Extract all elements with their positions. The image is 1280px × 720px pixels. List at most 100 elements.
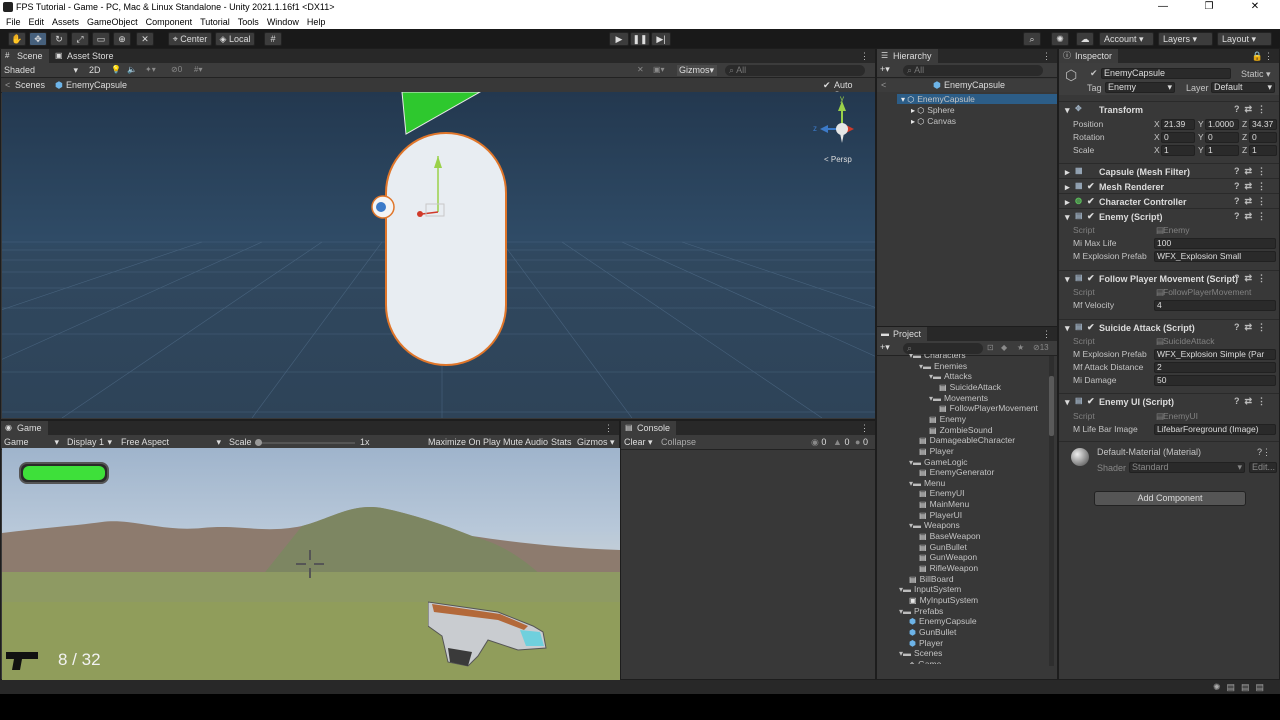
camera-icon[interactable]: ▣▾ (653, 65, 665, 74)
project-item[interactable]: ▤ GunWeapon (919, 552, 977, 562)
hidden-packages-icon[interactable]: ⊘13 (1033, 343, 1049, 352)
create-button[interactable]: +▾ (880, 342, 890, 353)
orientation-gizmo[interactable] (814, 97, 864, 147)
project-item[interactable]: ▤ MainMenu (919, 499, 969, 509)
project-item[interactable]: ◈Game (909, 659, 941, 664)
enemy-capsule-mesh[interactable] (385, 132, 507, 366)
custom-tool-icon[interactable]: ✕ (136, 32, 154, 46)
audio-icon[interactable]: 🔈 (127, 65, 137, 74)
project-item[interactable]: ▤ EnemyGenerator (919, 467, 994, 477)
active-checkbox[interactable]: ✔ (1090, 68, 1098, 79)
shader-edit-button[interactable]: Edit... (1249, 462, 1277, 473)
maximize-on-play-button[interactable]: Maximize On Play (428, 437, 501, 447)
hidden-objects-icon[interactable]: ⊘0 (171, 65, 182, 74)
menu-help[interactable]: Help (307, 17, 326, 27)
cloud-icon[interactable]: ☁ (1076, 32, 1094, 46)
layout-dropdown[interactable]: Layout ▾ (1217, 32, 1272, 46)
project-item[interactable]: ▤ FollowPlayerMovement (939, 403, 1038, 413)
project-item[interactable]: ▾▬ Attacks (929, 371, 972, 381)
hierarchy-item[interactable]: ▾ ⬡ EnemyCapsule (897, 94, 1057, 104)
layers-dropdown[interactable]: Layers ▾ (1158, 32, 1213, 46)
menu-tools[interactable]: Tools (238, 17, 259, 27)
add-component-button[interactable]: Add Component (1094, 491, 1246, 506)
mesh-renderer-component-header[interactable]: ▸ ▦ ✔ Mesh Renderer ?⇄⋮ (1059, 178, 1279, 193)
layer-dropdown[interactable]: Default ▾ (1211, 82, 1275, 93)
play-button[interactable]: ▶ (609, 32, 629, 46)
project-item[interactable]: ▾▬ Weapons (909, 520, 960, 530)
project-item[interactable]: ▤ BaseWeapon (919, 531, 980, 541)
tag-dropdown[interactable]: Enemy ▾ (1105, 82, 1175, 93)
enabled-checkbox[interactable]: ✔ (1087, 396, 1095, 407)
component-actions-icon[interactable]: ?⇄⋮ (1234, 196, 1271, 207)
panel-menu-icon[interactable]: ⋮ (1264, 51, 1273, 62)
shading-dropdown[interactable]: Shaded ▾ (4, 65, 78, 75)
menu-edit[interactable]: Edit (29, 17, 45, 27)
project-scrollbar[interactable] (1049, 356, 1054, 666)
project-item[interactable]: ▤ Enemy (929, 414, 966, 424)
enemy-script-component-header[interactable]: ▾ ▤ ✔ Enemy (Script) ?⇄⋮ (1059, 208, 1279, 223)
component-actions-icon[interactable]: ?⇄⋮ (1234, 104, 1271, 115)
project-search-input[interactable]: ⌕ (903, 343, 983, 354)
project-item[interactable]: ▤ ZombieSound (929, 425, 992, 435)
scale-y-field[interactable]: 1 (1205, 145, 1239, 156)
damage-field[interactable]: 50 (1154, 375, 1276, 386)
pause-button[interactable]: ❚❚ (630, 32, 650, 46)
breadcrumb-back-icon[interactable]: < (5, 80, 10, 90)
collapse-button[interactable]: Collapse (661, 437, 696, 447)
menu-window[interactable]: Window (267, 17, 299, 27)
follow-player-component-header[interactable]: ▾ ▤ ✔ Follow Player Movement (Script) ?⇄… (1059, 270, 1279, 285)
project-item[interactable]: ▾▬ Characters (909, 354, 966, 360)
create-button[interactable]: +▾ (880, 64, 890, 75)
lock-icon[interactable]: 🔒 (1252, 51, 1263, 62)
rect-tool-icon[interactable]: ▭ (92, 32, 110, 46)
component-actions-icon[interactable]: ?⇄⋮ (1234, 322, 1271, 333)
game-viewport[interactable]: 8 / 32 (2, 448, 620, 680)
enabled-checkbox[interactable]: ✔ (1087, 273, 1095, 284)
suicide-explosion-field[interactable]: WFX_Explosion Simple (Par (1154, 349, 1276, 360)
tab-hierarchy[interactable]: ☰ Hierarchy (877, 49, 938, 63)
explosion-prefab-field[interactable]: WFX_Explosion Small (1154, 251, 1276, 262)
warning-count[interactable]: ▲ 0 (833, 437, 849, 447)
hand-tool-icon[interactable]: ✋ (8, 32, 26, 46)
foldout-arrow-icon[interactable]: ▸ (1065, 167, 1070, 178)
tab-inspector[interactable]: ⓘ Inspector (1059, 49, 1119, 63)
game-gizmos-dropdown[interactable]: Gizmos ▾ (577, 437, 615, 448)
display-dropdown[interactable]: Display 1 ▾ (67, 437, 112, 447)
project-item[interactable]: ⬢ Player (909, 638, 943, 648)
menu-file[interactable]: File (6, 17, 21, 27)
mesh-filter-component-header[interactable]: ▸ ▦ Capsule (Mesh Filter) ?⇄⋮ (1059, 163, 1279, 178)
scene-search-input[interactable]: ⌕ All (725, 65, 865, 76)
account-dropdown[interactable]: Account ▾ (1099, 32, 1154, 46)
foldout-arrow-icon[interactable]: ▸ (1065, 197, 1070, 208)
grid-snap-icon[interactable]: # (264, 32, 282, 46)
enabled-checkbox[interactable]: ✔ (1087, 211, 1095, 222)
auto-save-checkbox[interactable]: ✔ (823, 80, 831, 91)
tab-console[interactable]: ▤ Console (621, 421, 677, 435)
scale-x-field[interactable]: 1 (1161, 145, 1195, 156)
project-item[interactable]: ▾▬ Scenes (899, 648, 942, 658)
project-item[interactable]: ▤ BillBoard (909, 574, 954, 584)
component-actions-icon[interactable]: ?⇄⋮ (1234, 396, 1271, 407)
scale-slider-knob[interactable] (255, 439, 262, 446)
minimize-button[interactable]: — (1140, 0, 1186, 15)
scale-z-field[interactable]: 1 (1249, 145, 1277, 156)
component-actions-icon[interactable]: ?⇄⋮ (1234, 181, 1271, 192)
hierarchy-search-input[interactable]: ⌕ All (903, 65, 1043, 76)
component-actions-icon[interactable]: ?⇄⋮ (1234, 273, 1271, 284)
project-item[interactable]: ▤ GunBullet (919, 542, 967, 552)
log-count[interactable]: ◉ 0 (811, 437, 826, 448)
status-icons[interactable]: ✺▤▤▤ (1213, 682, 1270, 693)
position-y-field[interactable]: 1.0000 (1205, 119, 1239, 130)
menu-tutorial[interactable]: Tutorial (200, 17, 230, 27)
menu-assets[interactable]: Assets (52, 17, 79, 27)
rotation-z-field[interactable]: 0 (1249, 132, 1277, 143)
enemy-ui-component-header[interactable]: ▾ ▤ ✔ Enemy UI (Script) ?⇄⋮ (1059, 393, 1279, 408)
search-icon[interactable]: ⌕ (1023, 32, 1041, 46)
project-item[interactable]: ▣ MyInputSystem (909, 595, 978, 605)
game-mode-dropdown[interactable]: Game ▾ (4, 437, 59, 447)
favorite-icon[interactable]: ★ (1017, 343, 1024, 352)
enabled-checkbox[interactable]: ✔ (1087, 322, 1095, 333)
breadcrumb-enemycapsule[interactable]: EnemyCapsule (66, 80, 127, 90)
rotation-x-field[interactable]: 0 (1161, 132, 1195, 143)
project-item[interactable]: ▤ Player (919, 446, 954, 456)
